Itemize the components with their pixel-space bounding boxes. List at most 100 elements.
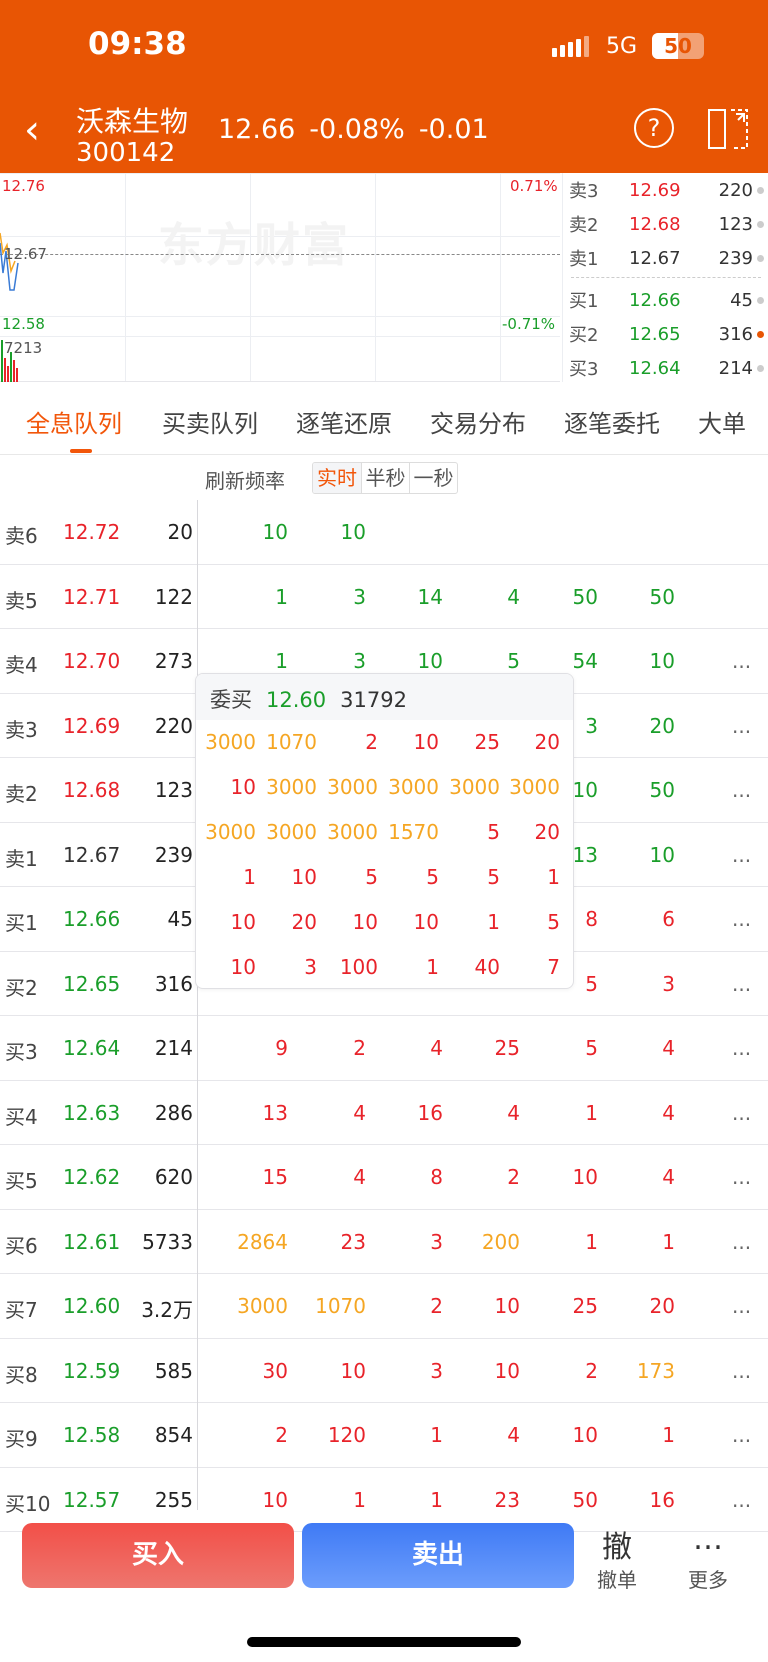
orderbook-qty: 214 [718, 357, 753, 379]
orderbook-row[interactable]: 买1 12.66 45 [569, 285, 765, 315]
popup-row: 3000 3000 3000 1570 5 20 [196, 810, 573, 855]
chart-high-pct: 0.71% [510, 177, 558, 195]
popup-cell: 1 [487, 910, 500, 934]
order-book: 卖3 12.69 220 卖2 12.68 123 卖1 12.67 239 买1 12.66 45 买… [562, 173, 768, 382]
row-volume: 585 [154, 1358, 193, 1383]
tab-2[interactable]: 逐笔还原 [296, 404, 392, 439]
queue-cell: 3 [662, 971, 675, 996]
row-more-button[interactable]: ... [732, 714, 751, 738]
queue-cell: 14 [417, 584, 443, 609]
popup-cell: 5 [365, 865, 378, 889]
row-label: 买5 [5, 1169, 38, 1193]
change-amount: -0.01 [418, 114, 489, 145]
refresh-rate-selector: 实时 半秒 一秒 [312, 462, 458, 494]
popup-cell: 10 [413, 730, 439, 754]
row-label: 买1 [5, 911, 38, 935]
popup-header: 委买 12.60 31792 [196, 674, 573, 720]
orderbook-qty: 220 [718, 179, 753, 201]
table-row[interactable]: 卖5 12.71 122 1 3 14 4 50 50 [0, 565, 768, 629]
row-more-button[interactable]: ... [732, 1036, 751, 1060]
popup-row: 10 3000 3000 3000 3000 3000 [196, 765, 573, 810]
popup-row: 10 20 10 10 1 5 [196, 900, 573, 945]
row-more-button[interactable]: ... [732, 1165, 751, 1189]
queue-cell: 1 [585, 1100, 598, 1125]
queue-cell: 25 [494, 1036, 520, 1060]
refresh-option-realtime[interactable]: 实时 [313, 463, 361, 493]
queue-cell: 8 [430, 1165, 443, 1189]
cancel-order-button[interactable]: 撤撤单 [587, 1522, 647, 1593]
orderbook-qty: 239 [718, 247, 753, 269]
buy-button[interactable]: 买入 [22, 1523, 294, 1588]
split-screen-icon[interactable] [708, 108, 750, 150]
orderbook-row[interactable]: 卖3 12.69 220 [569, 175, 765, 205]
intraday-chart[interactable]: 东方财富 12.76 12.67 12.58 7213 0.71% -0.71% [0, 173, 560, 382]
help-button[interactable]: ? [634, 108, 674, 148]
popup-cell: 10 [291, 865, 317, 889]
row-price: 12.65 [63, 971, 121, 996]
row-volume: 20 [167, 520, 193, 544]
table-row[interactable]: 买3 12.64 214 9 2 4 25 5 4... [0, 1016, 768, 1081]
queue-cell: 1 [430, 1423, 443, 1447]
table-row[interactable]: 买6 12.61 5733 2864 23 3 200 1 1... [0, 1210, 768, 1274]
popup-cell: 20 [534, 730, 560, 754]
row-more-button[interactable]: ... [732, 843, 751, 867]
queue-cell: 9 [275, 1036, 288, 1060]
row-label: 买2 [5, 975, 38, 1000]
table-row[interactable]: 买7 12.60 3.2万 3000 1070 2 10 25 20... [0, 1274, 768, 1339]
table-row[interactable]: 买5 12.62 620 15 4 8 2 10 4... [0, 1145, 768, 1210]
row-more-button[interactable]: ... [732, 778, 751, 802]
orderbook-label: 卖2 [569, 215, 599, 236]
back-button[interactable]: ‹ [24, 110, 40, 150]
row-more-button[interactable]: ... [732, 1423, 751, 1447]
orderbook-row[interactable]: 卖2 12.68 123 [569, 209, 765, 239]
queue-cell: 4 [507, 584, 520, 609]
more-button[interactable]: … 更多 [678, 1522, 738, 1593]
popup-row: 1 10 5 5 5 1 [196, 855, 573, 900]
queue-cell: 120 [327, 1423, 366, 1447]
table-row[interactable]: 卖6 12.72 20 10 10 [0, 500, 768, 565]
popup-cell: 3000 [327, 775, 378, 799]
refresh-option-half-second[interactable]: 半秒 [361, 463, 409, 493]
table-row[interactable]: 买8 12.59 585 30 10 3 10 2 173... [0, 1339, 768, 1403]
queue-cell: 10 [340, 520, 366, 544]
row-more-button[interactable]: ... [732, 1488, 751, 1512]
tab-3[interactable]: 交易分布 [430, 404, 526, 439]
row-label: 买7 [5, 1298, 38, 1322]
row-more-button[interactable]: ... [732, 1230, 751, 1254]
orderbook-price: 12.67 [629, 247, 681, 269]
refresh-option-one-second[interactable]: 一秒 [409, 463, 457, 493]
orderbook-label: 卖3 [569, 181, 599, 202]
table-row[interactable]: 买4 12.63 286 13 4 16 4 1 4... [0, 1081, 768, 1145]
queue-cell: 4 [662, 1165, 675, 1189]
popup-cell: 7 [547, 955, 560, 979]
popup-cell: 5 [426, 865, 439, 889]
queue-cell: 20 [649, 1294, 675, 1318]
tab-5[interactable]: 大单 [698, 404, 746, 439]
orderbook-row[interactable]: 卖1 12.67 239 [569, 243, 765, 273]
row-more-button[interactable]: ... [732, 649, 751, 673]
orderbook-price: 12.66 [629, 289, 681, 311]
change-percent: -0.08% [309, 114, 405, 145]
row-more-button[interactable]: ... [732, 907, 751, 931]
orderbook-row[interactable]: 买2 12.65 316 [569, 319, 765, 349]
more-label: 更多 [688, 1568, 728, 1592]
tab-0[interactable]: 全息队列 [26, 404, 122, 439]
orderbook-row[interactable]: 买3 12.64 214 [569, 353, 765, 383]
home-indicator[interactable] [247, 1637, 521, 1647]
row-price: 12.60 [63, 1294, 121, 1318]
tab-4[interactable]: 逐笔委托 [564, 404, 660, 439]
queue-cell: 3 [353, 584, 366, 609]
tab-1[interactable]: 买卖队列 [162, 404, 258, 439]
row-more-button[interactable]: ... [732, 1359, 751, 1383]
row-volume: 316 [154, 971, 193, 996]
chart-volume-label: 7213 [4, 339, 43, 357]
queue-cell: 50 [572, 1487, 598, 1512]
queue-cell: 2 [275, 1423, 288, 1447]
status-dot-icon [757, 186, 764, 194]
row-more-button[interactable]: ... [732, 972, 751, 996]
row-more-button[interactable]: ... [732, 1294, 751, 1318]
queue-cell: 6 [662, 907, 675, 931]
sell-button[interactable]: 卖出 [302, 1523, 574, 1588]
table-row[interactable]: 买9 12.58 854 2 120 1 4 10 1... [0, 1403, 768, 1468]
row-more-button[interactable]: ... [732, 1101, 751, 1125]
